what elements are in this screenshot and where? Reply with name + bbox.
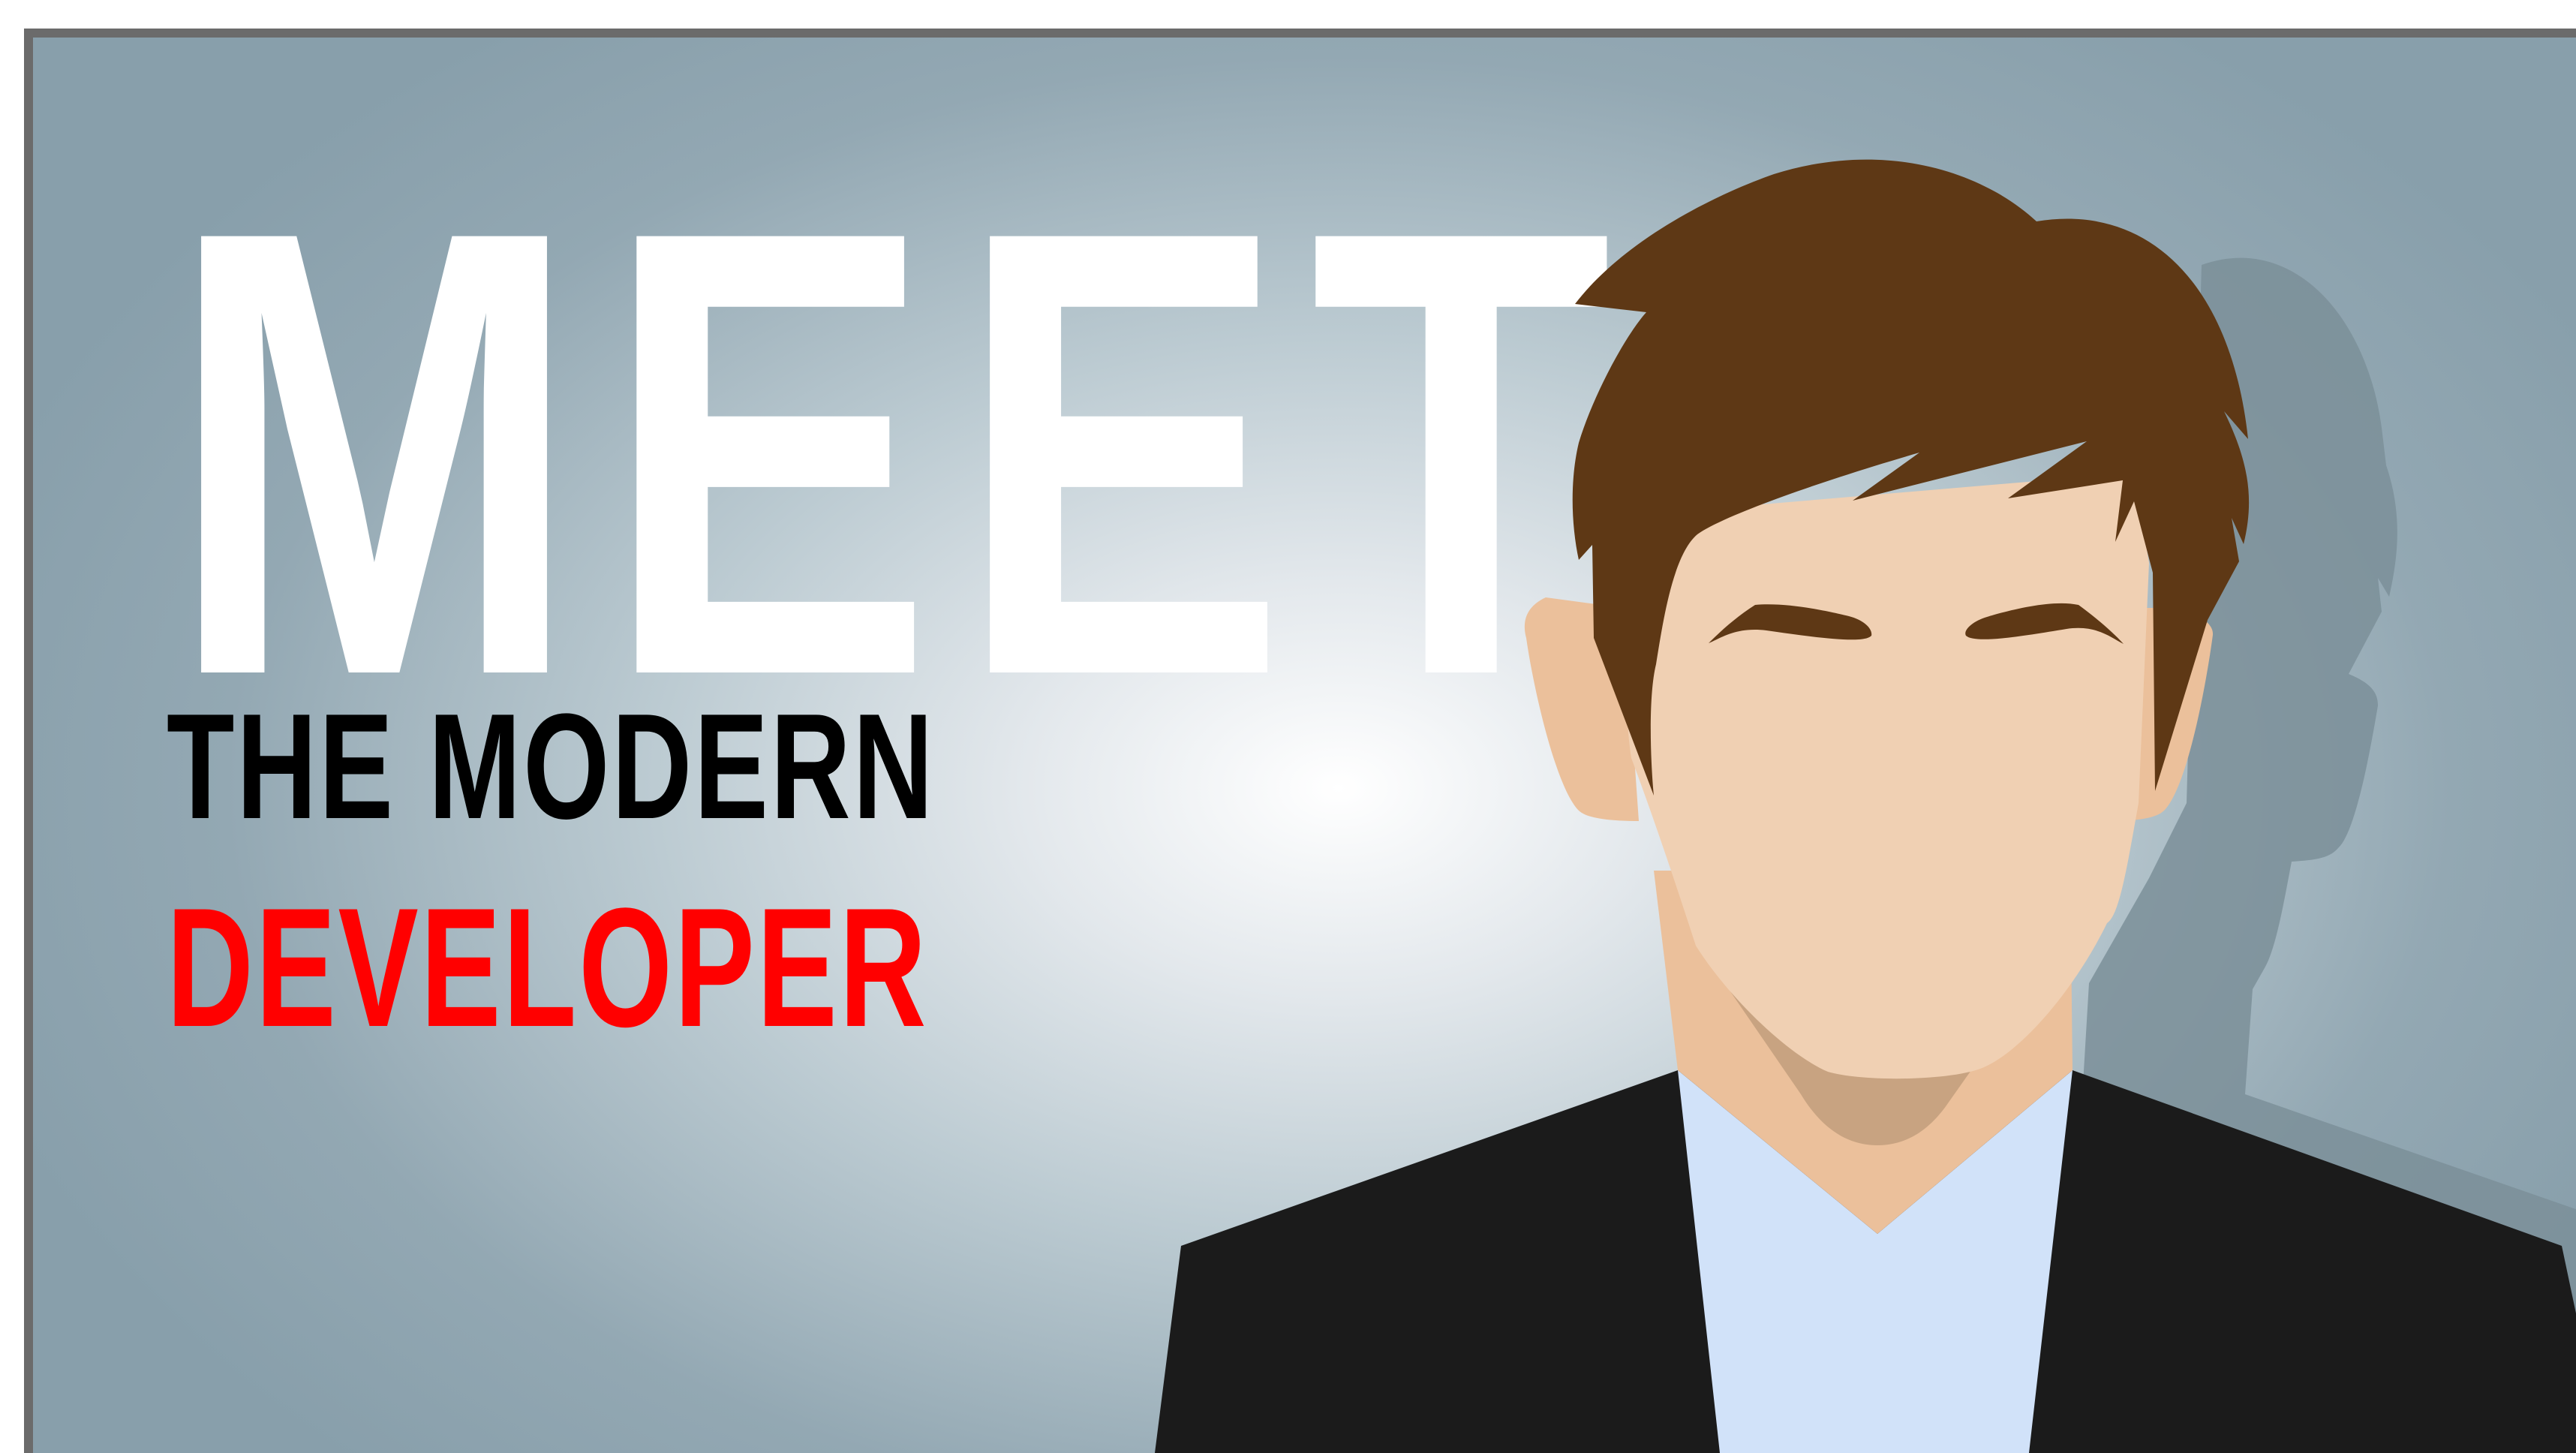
hero-banner: MEET THE MODERN DEVELOPER [0,0,2576,1453]
developer-avatar-illustration [1155,159,2576,1453]
hero-panel: MEET THE MODERN DEVELOPER [24,29,2576,1453]
